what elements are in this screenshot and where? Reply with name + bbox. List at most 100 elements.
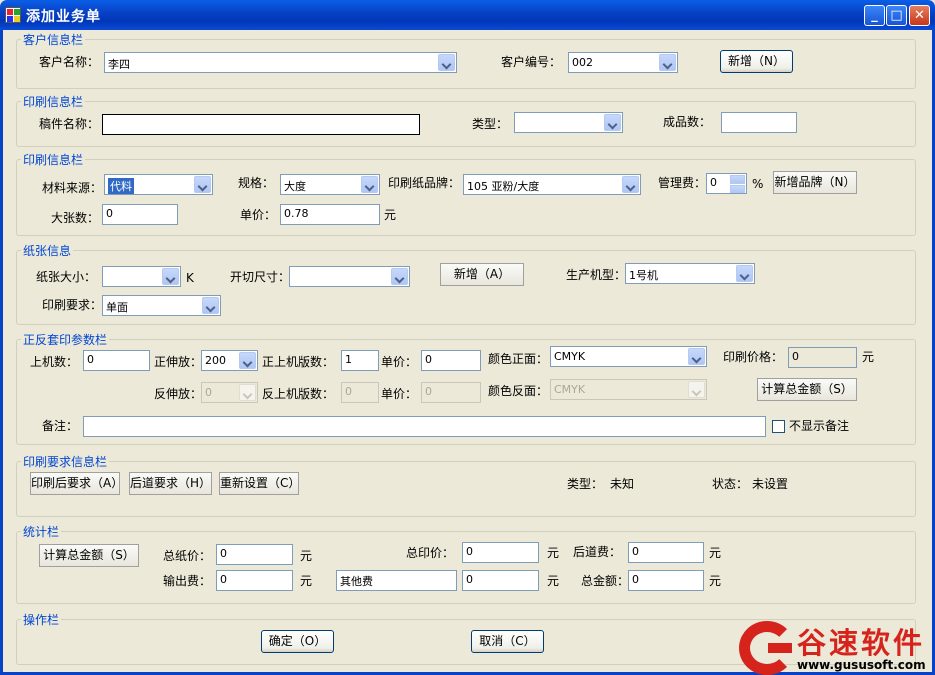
- calc-total-button-1[interactable]: 计算总金额（S）: [757, 378, 857, 401]
- total-amount-input[interactable]: 0: [628, 570, 704, 591]
- post-fee-input[interactable]: 0: [628, 542, 704, 563]
- print-total-label: 总印价：: [406, 546, 455, 560]
- add-brand-button[interactable]: 新增品牌（N）: [773, 171, 857, 194]
- chevron-down-icon[interactable]: [202, 297, 219, 314]
- print-price-input[interactable]: 0: [788, 347, 857, 368]
- other-fee-name-input[interactable]: 其他费: [336, 570, 457, 591]
- ok-button[interactable]: 确定（O）: [261, 630, 334, 653]
- requirement-status-label: 状态：: [712, 477, 749, 491]
- chevron-down-icon[interactable]: [438, 54, 455, 71]
- paper-size-label: 纸张大小：: [36, 270, 97, 284]
- output-fee-label: 输出费：: [163, 574, 212, 588]
- cut-size-combo[interactable]: [289, 266, 410, 287]
- hide-remark-checkbox[interactable]: [772, 420, 785, 433]
- paper-legend: 纸张信息: [21, 242, 74, 259]
- customer-name-combo[interactable]: 李四: [104, 52, 457, 73]
- customer-legend: 客户信息栏: [21, 31, 86, 48]
- other-fee-unit: 元: [547, 574, 560, 588]
- print-info-legend-1: 印刷信息栏: [21, 93, 86, 110]
- type-label: 类型：: [472, 117, 509, 131]
- customer-name-label: 客户名称：: [39, 55, 100, 69]
- back-price-label: 单价：: [381, 387, 418, 401]
- front-stretch-label: 正伸放：: [154, 355, 203, 369]
- other-fee-input[interactable]: 0: [462, 570, 539, 591]
- chevron-down-icon[interactable]: [239, 352, 256, 369]
- output-fee-unit: 元: [300, 574, 313, 588]
- customer-code-label: 客户编号：: [501, 55, 562, 69]
- machine-type-combo[interactable]: 1号机: [625, 263, 755, 284]
- spec-label: 规格：: [238, 176, 275, 190]
- cancel-button[interactable]: 取消（C）: [471, 630, 544, 653]
- manuscript-input[interactable]: [102, 114, 420, 135]
- chevron-down-icon[interactable]: [361, 176, 378, 193]
- add-paper-button[interactable]: 新增（A）: [440, 263, 524, 286]
- machines-input[interactable]: 0: [83, 350, 150, 371]
- maximize-button[interactable]: □: [886, 5, 907, 26]
- add-customer-button[interactable]: 新增（N）: [720, 50, 793, 73]
- minimize-button[interactable]: _: [864, 5, 885, 26]
- window-title: 添加业务单: [26, 9, 101, 25]
- requirement-type-value: 未知: [610, 477, 635, 491]
- cut-size-label: 开切尺寸：: [230, 270, 291, 284]
- print-requirement-label: 印刷要求：: [42, 298, 103, 312]
- back-stretch-combo[interactable]: 0: [201, 382, 258, 403]
- after-print-requirements-button[interactable]: 印刷后要求（A）: [30, 472, 123, 495]
- reset-button[interactable]: 重新设置（C）: [219, 472, 300, 495]
- paper-total-unit: 元: [300, 549, 313, 563]
- unit-price-unit: 元: [384, 208, 397, 222]
- chevron-down-icon[interactable]: [194, 176, 211, 193]
- window-titlebar[interactable]: 添加业务单 _ □ ✕: [0, 0, 935, 30]
- post-process-requirements-button[interactable]: 后道要求（H）: [129, 472, 212, 495]
- chevron-down-icon[interactable]: [162, 268, 179, 285]
- watermark-name: 谷速软件: [797, 626, 926, 660]
- front-stretch-combo[interactable]: 200: [201, 350, 258, 371]
- output-fee-input[interactable]: 0: [216, 570, 293, 591]
- chevron-down-icon[interactable]: [604, 114, 621, 131]
- logo-mark-icon: [739, 621, 795, 675]
- spinner-arrows-icon[interactable]: [730, 175, 745, 193]
- paper-size-combo[interactable]: [102, 266, 181, 287]
- sheet-count-label: 大张数：: [51, 211, 100, 225]
- back-plates-input[interactable]: 0: [341, 382, 379, 403]
- chevron-down-icon[interactable]: [391, 268, 408, 285]
- paper-brand-combo[interactable]: 105 亚粉/大度: [463, 174, 641, 195]
- sheet-count-input[interactable]: 0: [102, 204, 178, 225]
- spec-combo[interactable]: 大度: [280, 174, 380, 195]
- type-combo[interactable]: [514, 112, 623, 133]
- watermark-url: www.gususoft.com: [797, 658, 926, 672]
- front-price-label: 单价：: [381, 355, 418, 369]
- print-requirement-combo[interactable]: 单面: [102, 295, 221, 316]
- front-plates-input[interactable]: 1: [341, 350, 379, 371]
- management-fee-spinner[interactable]: 0: [706, 173, 747, 194]
- calc-total-button-2[interactable]: 计算总金额（S）: [39, 544, 139, 567]
- remark-input[interactable]: [83, 416, 766, 437]
- customer-code-combo[interactable]: 002: [568, 52, 678, 73]
- hide-remark-label: 不显示备注: [789, 419, 850, 433]
- app-icon: [5, 7, 21, 23]
- back-color-combo[interactable]: CMYK: [550, 379, 707, 400]
- unit-price-input[interactable]: 0.78: [280, 204, 380, 225]
- front-price-input[interactable]: 0: [421, 350, 481, 371]
- material-source-combo[interactable]: 代料: [104, 174, 213, 195]
- paper-total-input[interactable]: 0: [216, 544, 293, 565]
- back-plates-label: 反上机版数：: [262, 387, 335, 401]
- chevron-down-icon[interactable]: [239, 384, 256, 401]
- chevron-down-icon[interactable]: [736, 265, 753, 282]
- close-button[interactable]: ✕: [909, 5, 930, 26]
- front-color-combo[interactable]: CMYK: [550, 346, 707, 367]
- actions-legend: 操作栏: [21, 611, 62, 628]
- chevron-down-icon[interactable]: [688, 381, 705, 398]
- finished-count-input[interactable]: [721, 112, 797, 133]
- print-total-input[interactable]: 0: [462, 542, 539, 563]
- back-price-input[interactable]: 0: [421, 382, 481, 403]
- management-fee-unit: %: [752, 177, 764, 191]
- print-info-legend-2: 印刷信息栏: [21, 151, 86, 168]
- requirements-legend: 印刷要求信息栏: [21, 453, 110, 470]
- print-price-label: 印刷价格：: [723, 350, 784, 364]
- chevron-down-icon[interactable]: [688, 348, 705, 365]
- requirement-type-label: 类型：: [567, 477, 604, 491]
- chevron-down-icon[interactable]: [659, 54, 676, 71]
- manuscript-label: 稿件名称：: [39, 117, 100, 131]
- chevron-down-icon[interactable]: [622, 176, 639, 193]
- unit-price-label: 单价：: [240, 208, 277, 222]
